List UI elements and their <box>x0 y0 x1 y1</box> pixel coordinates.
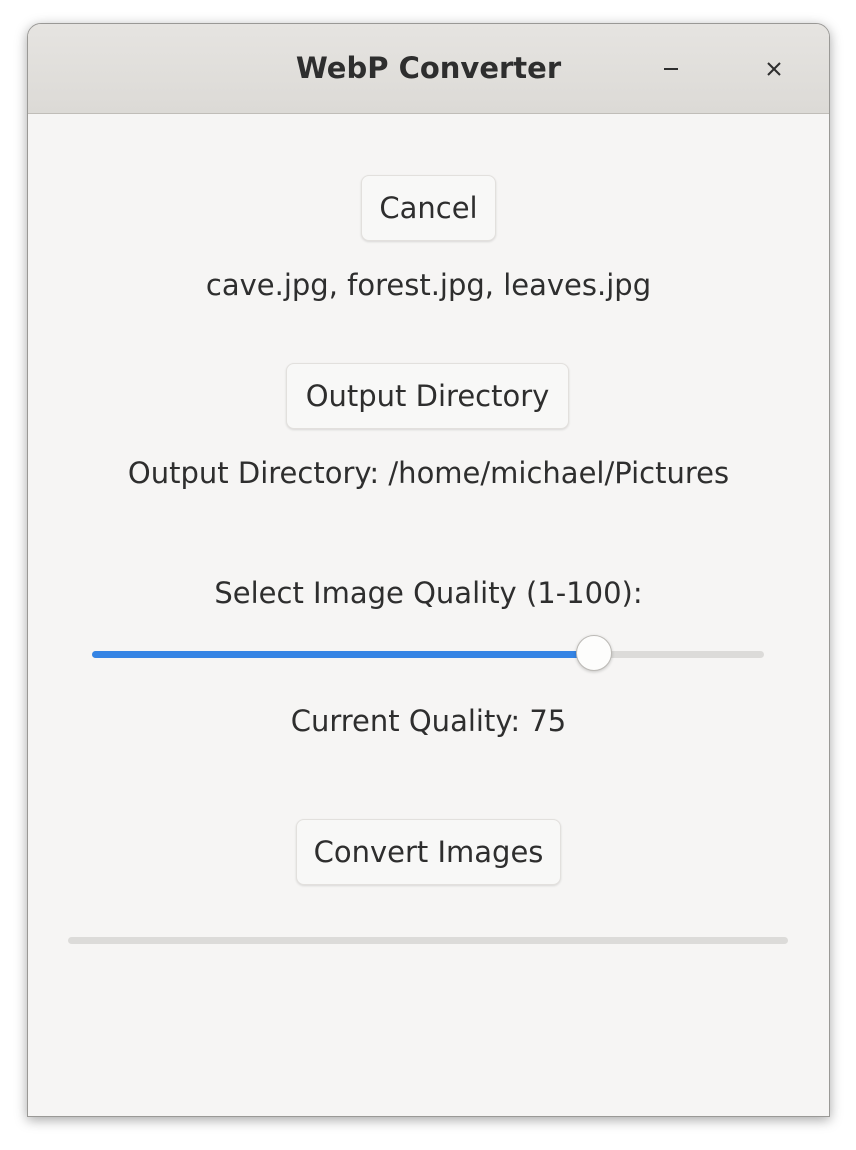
output-directory-button[interactable]: Output Directory <box>286 363 569 429</box>
minimize-button[interactable] <box>652 50 690 88</box>
output-directory-label: Output Directory: /home/michael/Pictures <box>127 456 730 490</box>
app-window: WebP Converter Cancel cave.jpg, forest.j… <box>27 23 830 1117</box>
quality-slider[interactable] <box>92 634 764 674</box>
minimize-icon <box>664 68 678 70</box>
quality-prompt-label: Select Image Quality (1-100): <box>214 576 643 610</box>
convert-images-button[interactable]: Convert Images <box>296 819 561 885</box>
current-quality-label: Current Quality: 75 <box>290 704 567 738</box>
cancel-button[interactable]: Cancel <box>361 175 496 241</box>
conversion-progress-bar <box>68 937 788 944</box>
window-title: WebP Converter <box>295 51 562 85</box>
selected-files-label: cave.jpg, forest.jpg, leaves.jpg <box>205 268 652 302</box>
slider-handle[interactable] <box>576 635 613 671</box>
title-bar[interactable]: WebP Converter <box>28 24 829 114</box>
slider-fill <box>92 651 595 658</box>
main-content: Cancel cave.jpg, forest.jpg, leaves.jpg … <box>28 114 829 1116</box>
close-button[interactable] <box>755 50 793 88</box>
close-icon <box>767 62 781 76</box>
